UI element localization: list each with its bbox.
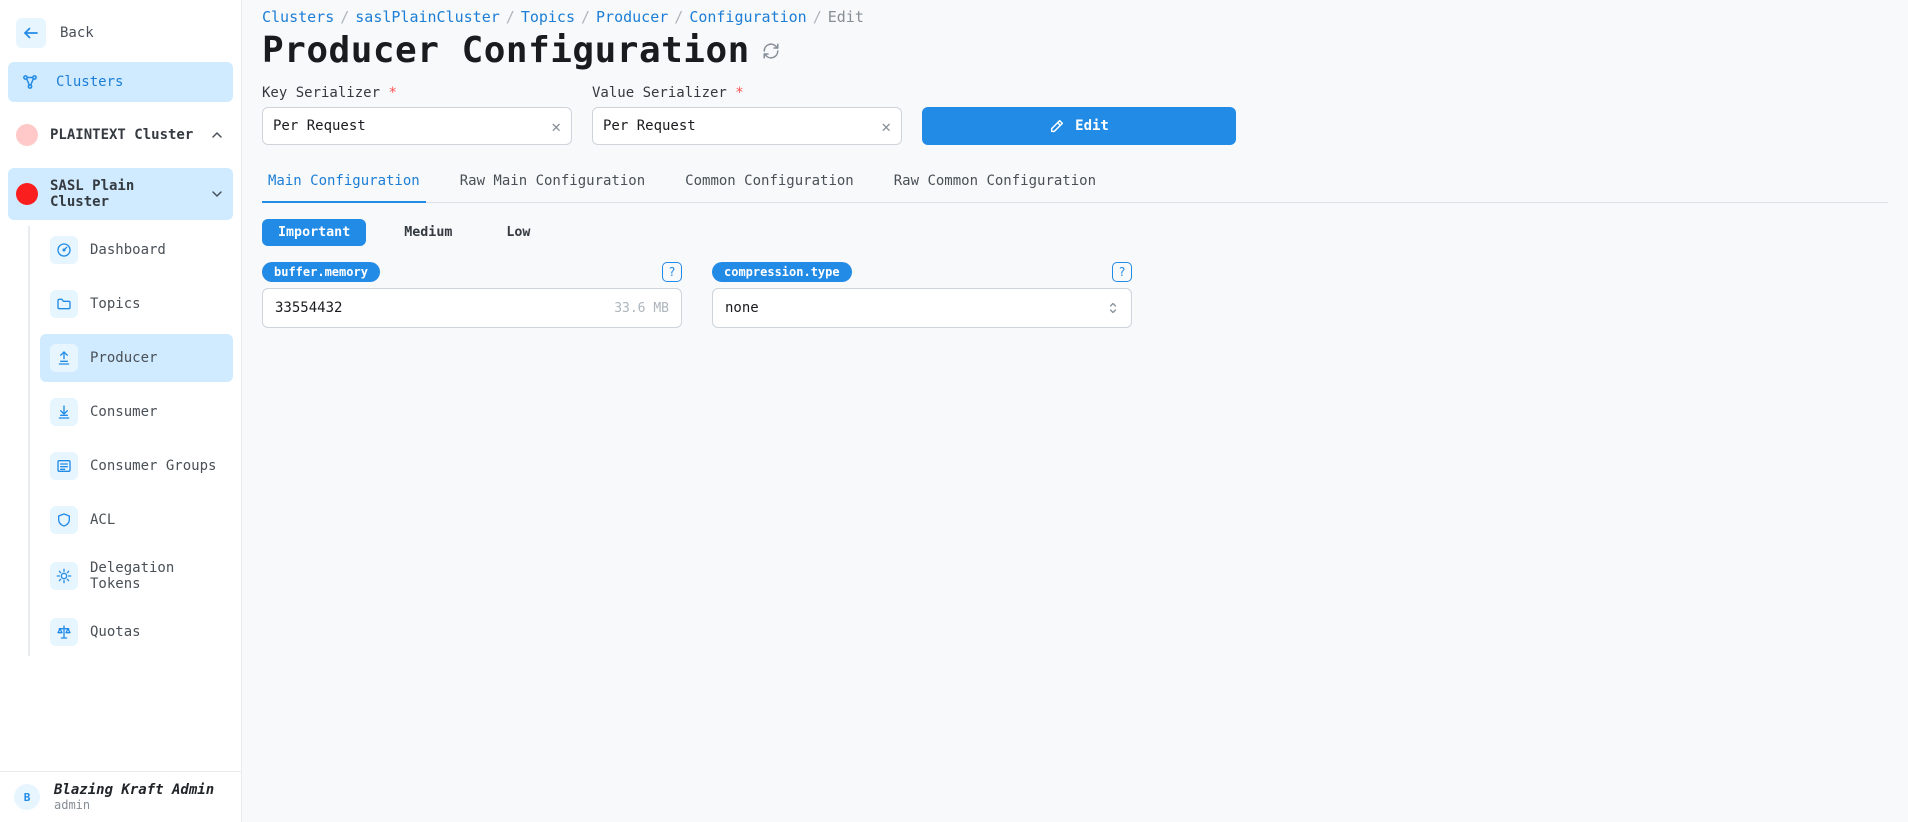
user-role: admin [54,798,214,812]
crumb-current: Edit [828,8,864,26]
config-name-badge: buffer.memory [262,262,380,282]
crumb-clusters[interactable]: Clusters [262,8,334,26]
level-important[interactable]: Important [262,219,366,246]
chevron-up-icon [209,127,225,143]
tab-raw-common-configuration[interactable]: Raw Common Configuration [888,163,1102,203]
download-icon [50,398,78,426]
level-low[interactable]: Low [490,219,546,246]
edit-button[interactable]: Edit [922,107,1236,145]
sidebar-item-label: Producer [90,350,157,366]
sidebar-item-label: Consumer [90,404,157,420]
sidebar-item-producer[interactable]: Producer [40,334,233,382]
value-serializer-value: Per Request [603,118,696,134]
sidebar-item-consumer-groups[interactable]: Consumer Groups [40,442,233,490]
config-select-compression-type[interactable]: none [712,288,1132,328]
select-chevron-icon [1107,301,1119,315]
sidebar-item-consumer[interactable]: Consumer [40,388,233,436]
tab-common-configuration[interactable]: Common Configuration [679,163,860,203]
back-arrow-icon [16,18,46,48]
breadcrumb: Clusters / saslPlainCluster / Topics / P… [262,6,1888,26]
back-label: Back [60,25,94,41]
crumb-clustercode[interactable]: saslPlainCluster [355,8,500,26]
sidebar-item-quotas[interactable]: Quotas [40,608,233,656]
config-tabs: Main Configuration Raw Main Configuratio… [262,163,1888,203]
sidebar-item-label: ACL [90,512,115,528]
sidebar-root-clusters[interactable]: Clusters [8,62,233,102]
pencil-icon [1049,118,1065,134]
config-name-badge: compression.type [712,262,852,282]
importance-filter: Important Medium Low [262,219,1888,246]
sidebar-item-label: Quotas [90,624,141,640]
shield-icon [50,506,78,534]
sidebar-item-acl[interactable]: ACL [40,496,233,544]
clusters-icon [20,72,40,92]
config-card-buffer-memory: buffer.memory ? 33554432 33.6 MB [262,262,682,328]
key-serializer-select[interactable]: Per Request ✕ [262,107,572,145]
sidebar-item-label: Dashboard [90,242,166,258]
back-button[interactable]: Back [8,8,233,62]
value-serializer-label: Value Serializer * [592,85,902,101]
tab-main-configuration[interactable]: Main Configuration [262,163,426,203]
level-medium[interactable]: Medium [388,219,468,246]
sidebar-item-label: Delegation Tokens [90,560,223,592]
cluster-subnav: Dashboard Topics Producer [28,226,233,656]
user-menu[interactable]: B Blazing Kraft Admin admin [0,771,241,822]
list-icon [50,452,78,480]
crumb-producer[interactable]: Producer [596,8,668,26]
key-serializer-value: Per Request [273,118,366,134]
crumb-configuration[interactable]: Configuration [689,8,806,26]
gauge-icon [50,236,78,264]
sidebar-item-delegation-tokens[interactable]: Delegation Tokens [40,550,233,602]
clear-icon[interactable]: ✕ [881,117,891,136]
crumb-topics[interactable]: Topics [521,8,575,26]
page-title: Producer Configuration [262,30,750,71]
sidebar-item-topics[interactable]: Topics [40,280,233,328]
sidebar-item-label: Consumer Groups [90,458,216,474]
chevron-down-icon [209,186,225,202]
config-input-buffer-memory[interactable]: 33554432 33.6 MB [262,288,682,328]
cluster-item-saslplain[interactable]: SASL Plain Cluster [8,168,233,220]
main-content: Clusters / saslPlainCluster / Topics / P… [242,0,1908,822]
sidebar: Back Clusters PLAINTEXT Cluster SASL Pla… [0,0,242,822]
cluster-status-dot [16,183,38,205]
help-icon[interactable]: ? [1112,262,1132,282]
upload-icon [50,344,78,372]
help-icon[interactable]: ? [662,262,682,282]
sidebar-item-dashboard[interactable]: Dashboard [40,226,233,274]
cluster-label: SASL Plain Cluster [50,178,197,210]
avatar: B [14,784,40,810]
config-card-compression-type: compression.type ? none [712,262,1132,328]
refresh-icon[interactable] [762,42,780,60]
scale-icon [50,618,78,646]
user-name: Blazing Kraft Admin [54,782,214,798]
cluster-status-dot [16,124,38,146]
config-hint: 33.6 MB [614,301,669,316]
edit-button-label: Edit [1075,118,1109,134]
value-serializer-select[interactable]: Per Request ✕ [592,107,902,145]
cluster-item-plaintext[interactable]: PLAINTEXT Cluster [8,114,233,156]
sidebar-item-label: Topics [90,296,141,312]
tab-raw-main-configuration[interactable]: Raw Main Configuration [454,163,651,203]
token-icon [50,562,78,590]
folder-icon [50,290,78,318]
clear-icon[interactable]: ✕ [551,117,561,136]
key-serializer-label: Key Serializer * [262,85,572,101]
config-value: none [725,300,759,316]
cluster-label: PLAINTEXT Cluster [50,127,193,143]
sidebar-root-label: Clusters [56,74,123,90]
config-value: 33554432 [275,300,342,316]
